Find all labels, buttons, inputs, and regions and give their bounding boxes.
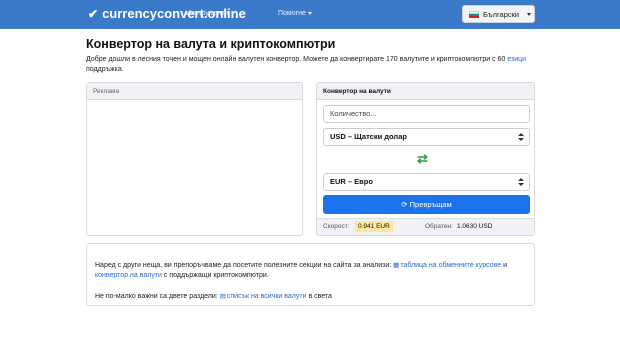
- from-currency-select[interactable]: USD – Щатски долар: [323, 128, 530, 146]
- info-paragraph-2: Не по-малко важни са двете раздели: ▤спи…: [95, 292, 332, 300]
- chart-icon: ▦: [393, 262, 400, 269]
- converter-panel: Конвертор на валути Количество... USD – …: [316, 82, 535, 236]
- info-p1-tail: с поддържащи криптокомпютри.: [163, 272, 269, 279]
- info-p1-and: и: [503, 262, 507, 269]
- ad-panel: Реклама: [86, 82, 303, 236]
- inverse-value: 1.0630 USD: [457, 223, 493, 230]
- bulgaria-flag-icon: [469, 10, 479, 18]
- info-p1-text: Наред с други неща, ви препоръчваме да п…: [95, 262, 392, 269]
- checkmark-icon: ✔: [88, 6, 99, 21]
- top-navbar: ✔ currencyconvert.online Инструменти Пом…: [0, 0, 620, 29]
- help-menu-label: Помогне: [278, 10, 306, 17]
- rate-value: 0.941 EUR: [355, 221, 393, 232]
- amount-input[interactable]: Количество...: [323, 105, 530, 123]
- ad-label: Реклама: [87, 83, 302, 100]
- convert-button[interactable]: ⟳ Превръщам: [323, 195, 530, 214]
- select-arrows-icon: [518, 132, 524, 142]
- language-selector[interactable]: Български: [462, 5, 535, 23]
- to-currency-value: EUR – Евро: [330, 177, 373, 186]
- from-currency-value: USD – Щатски долар: [330, 132, 407, 141]
- intro-tail: поддръжка.: [86, 66, 124, 73]
- info-p2-tail: в света: [308, 293, 332, 300]
- tools-menu-label: Инструменти: [186, 10, 229, 17]
- info-paragraph-1: Наред с други неща, ви препоръчваме да п…: [95, 261, 527, 281]
- caret-down-icon: [307, 11, 312, 15]
- all-currencies-link[interactable]: ▤списък на всички валути: [220, 293, 307, 300]
- converter-header: Конвертор на валути: [317, 83, 534, 100]
- refresh-icon: ⟳: [401, 200, 408, 209]
- tools-menu[interactable]: Инструменти: [186, 10, 235, 17]
- languages-link[interactable]: езици: [507, 56, 526, 63]
- caret-down-icon: [527, 12, 532, 16]
- inverse-label: Обратен:: [425, 223, 453, 230]
- intro-text: Добре дошли в лесния точен и мощен онлай…: [86, 55, 536, 75]
- caret-down-icon: [230, 11, 235, 15]
- help-menu[interactable]: Помогне: [278, 10, 312, 17]
- rates-table-link[interactable]: ▦таблица на обменните курсове: [393, 262, 501, 269]
- language-label: Български: [483, 9, 520, 19]
- intro-sentence: Добре дошли в лесния точен и мощен онлай…: [86, 56, 506, 63]
- list-icon: ▤: [219, 293, 226, 300]
- rate-label: Скорост:: [323, 223, 350, 230]
- to-currency-select[interactable]: EUR – Евро: [323, 173, 530, 191]
- select-arrows-icon: [518, 177, 524, 187]
- converter-link[interactable]: конвертор на валути: [95, 272, 162, 279]
- rates-table-link-label: таблица на обменните курсове: [400, 262, 502, 269]
- swap-icon[interactable]: ⇄: [417, 152, 428, 165]
- convert-button-label: Превръщам: [409, 200, 452, 209]
- all-currencies-link-label: списък на всички валути: [226, 293, 307, 300]
- info-panel: Наред с други неща, ви препоръчваме да п…: [86, 243, 535, 306]
- rates-bar: Скорост: 0.941 EUR Обратен: 1.0630 USD: [317, 218, 534, 235]
- page-title: Конвертор на валута и криптокомпютри: [86, 37, 336, 51]
- info-p2-text: Не по-малко важни са двете раздели:: [95, 293, 218, 300]
